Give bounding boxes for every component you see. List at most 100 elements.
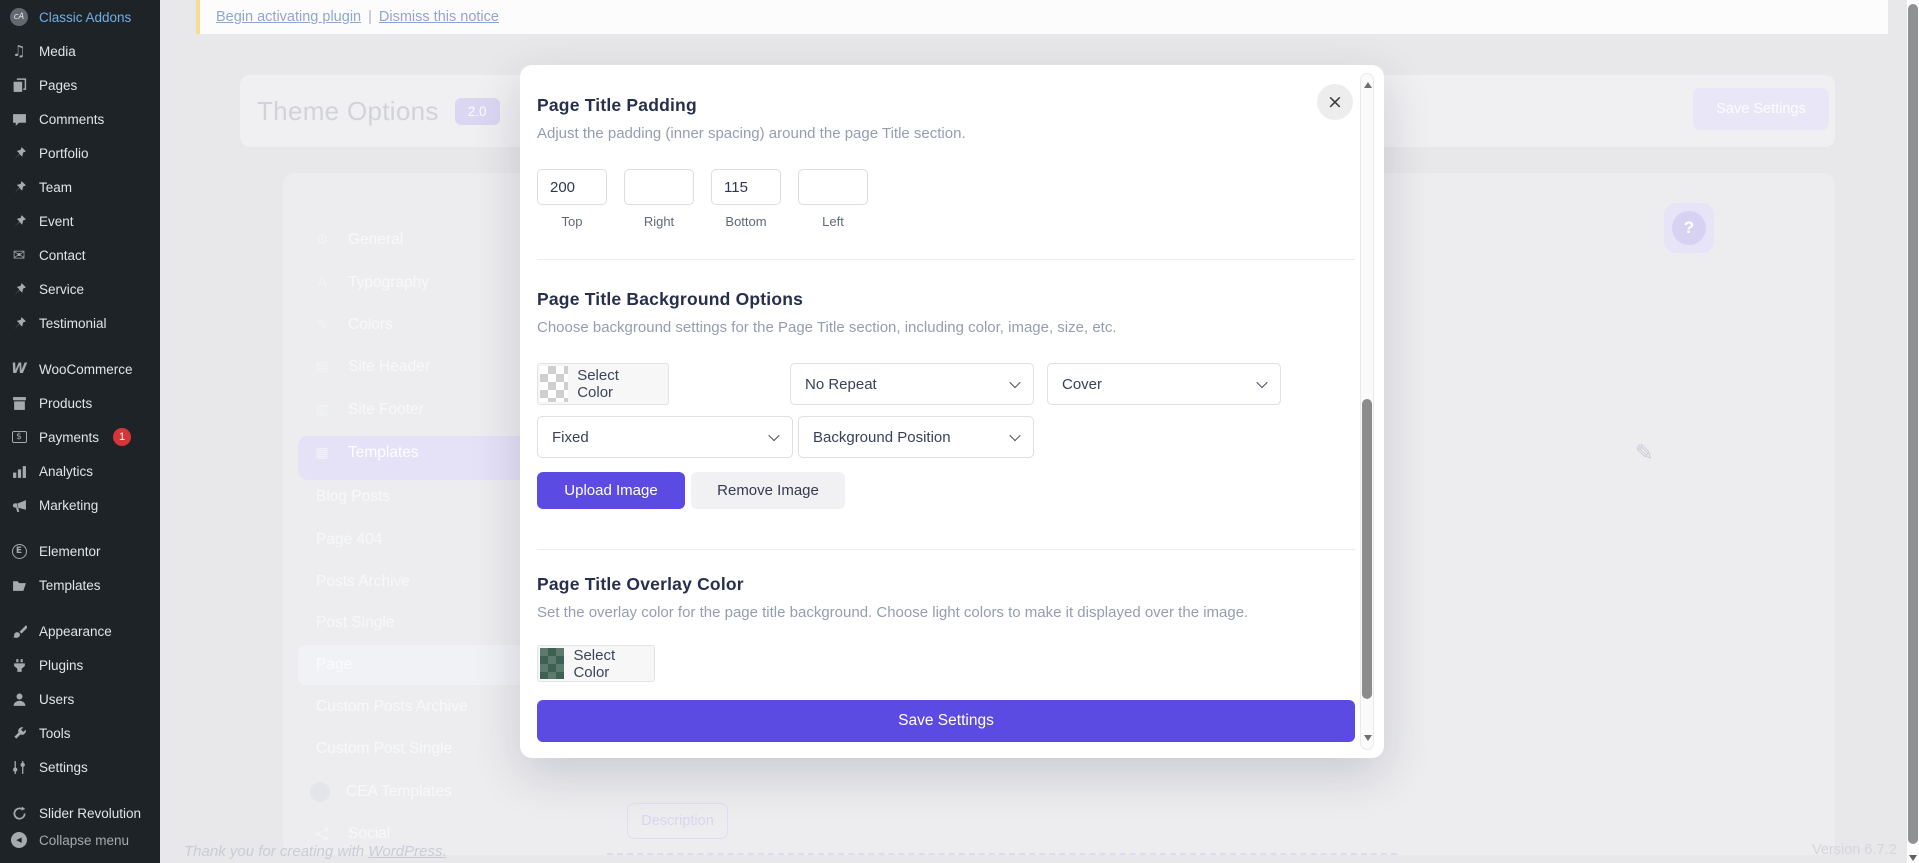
upload-image-button[interactable]: Upload Image [537,472,685,509]
sidebar-item-payments[interactable]: $ Payments 1 [0,420,160,454]
padding-top-input[interactable] [537,169,607,205]
theme-nav-general[interactable]: ⚙ General [312,223,403,257]
save-settings-button[interactable]: Save Settings [537,700,1355,742]
sidebar-item-analytics[interactable]: Analytics [0,454,160,488]
sidebar-item-users[interactable]: Users [0,682,160,716]
theme-nav-cea-templates[interactable]: CEA Templates [310,775,452,809]
padding-left-input[interactable] [798,169,868,205]
sidebar-item-elementor[interactable]: E Elementor [0,534,160,568]
sidebar-item-label: Media [39,44,76,59]
sidebar-item-event[interactable]: Event [0,204,160,238]
theme-nav-post-single[interactable]: Post Single [316,606,394,640]
theme-nav-site-header[interactable]: ▤ Site Header [312,350,430,384]
background-repeat-select[interactable]: No Repeat [790,363,1034,405]
theme-nav-typography[interactable]: A Typography [312,266,429,300]
remove-image-button[interactable]: Remove Image [691,472,845,509]
scroll-up-arrow-icon[interactable] [1364,82,1372,88]
help-button[interactable]: ? [1664,203,1714,253]
scroll-down-arrow-icon[interactable] [1364,735,1372,741]
sidebar-item-label: Marketing [39,498,98,513]
sidebar-item-portfolio[interactable]: Portfolio [0,136,160,170]
save-settings-button-top[interactable]: Save Settings [1693,88,1829,130]
chevron-down-icon [1256,377,1267,388]
theme-nav-label: Social [348,825,390,843]
theme-nav-site-footer[interactable]: ▥ Site Footer [312,393,424,427]
padding-section-description: Adjust the padding (inner spacing) aroun… [537,125,1355,142]
background-attachment-select[interactable]: Fixed [537,416,793,458]
sidebar-item-label: Testimonial [39,316,107,331]
overlay-section-title: Page Title Overlay Color [537,574,1355,595]
theme-nav-page[interactable]: Page [316,648,352,682]
modal-scrollbar[interactable] [1360,73,1374,750]
theme-nav-label: General [348,231,403,249]
sidebar-item-appearance[interactable]: Appearance [0,614,160,648]
theme-nav-custom-post-single[interactable]: Custom Post Single [316,732,452,766]
wordpress-link[interactable]: WordPress. [368,843,446,860]
page-scrollbar[interactable] [1907,0,1919,863]
sidebar-item-media[interactable]: ♫ Media [0,34,160,68]
theme-nav-label: Typography [348,274,429,292]
sidebar-item-contact[interactable]: ✉ Contact [0,238,160,272]
background-position-select[interactable]: Background Position [798,416,1034,458]
page-scrollbar-thumb[interactable] [1908,4,1918,844]
sidebar-item-label: Comments [39,112,104,127]
theme-nav-page-404[interactable]: Page 404 [316,523,382,557]
padding-bottom-input[interactable] [711,169,781,205]
sidebar-item-plugins[interactable]: Plugins [0,648,160,682]
chevron-down-icon [1009,377,1020,388]
sidebar-item-classic-addons[interactable]: cA Classic Addons [0,0,160,34]
folder-icon [9,575,29,595]
sidebar-item-templates[interactable]: Templates [0,568,160,602]
sidebar-item-tools[interactable]: Tools [0,716,160,750]
sidebar-item-settings[interactable]: Settings [0,750,160,784]
theme-nav-templates[interactable]: ▦ Templates [312,436,419,470]
background-size-value: Cover [1062,376,1102,393]
sidebar-item-testimonial[interactable]: Testimonial [0,306,160,340]
begin-activating-plugin-link[interactable]: Begin activating plugin [216,9,361,25]
page-scroll-down-arrow-icon[interactable] [1909,855,1917,861]
wrench-icon [9,723,29,743]
theme-nav-label: Custom Posts Archive [316,698,468,716]
sidebar-item-woocommerce[interactable]: W WooCommerce [0,352,160,386]
collapse-menu-button[interactable]: ◀ Collapse menu [0,823,160,857]
background-color-picker-button[interactable]: Select Color [537,363,669,405]
background-controls-row-2: Fixed Background Position [537,416,1355,458]
version-badge: 2.0 [455,98,500,125]
sidebar-item-label: Classic Addons [39,10,131,25]
padding-right-input[interactable] [624,169,694,205]
select-color-label: Select Color [564,647,652,681]
sidebar-item-team[interactable]: Team [0,170,160,204]
sidebar-item-service[interactable]: Service [0,272,160,306]
media-icon: ♫ [9,41,29,61]
products-icon [9,393,29,413]
sidebar-item-label: Team [39,180,72,195]
sidebar-item-marketing[interactable]: Marketing [0,488,160,522]
theme-nav-blog-posts[interactable]: Blog Posts [316,480,390,514]
refresh-icon [9,803,29,823]
pages-icon [9,75,29,95]
overlay-color-picker-button[interactable]: Select Color [537,645,655,682]
dismiss-notice-link[interactable]: Dismiss this notice [379,9,499,25]
theme-nav-posts-archive[interactable]: Posts Archive [316,565,410,599]
sidebar-item-pages[interactable]: Pages [0,68,160,102]
sidebar-item-label: Products [39,396,92,411]
sidebar-item-comments[interactable]: Comments [0,102,160,136]
modal-scrollbar-thumb[interactable] [1362,399,1372,699]
sidebar-item-label: Users [39,692,74,707]
templates-grid-icon: ▦ [312,445,332,461]
theme-nav-colors[interactable]: ✎ Colors [312,308,393,342]
padding-left-label: Left [798,214,868,229]
background-size-select[interactable]: Cover [1047,363,1281,405]
overlay-color-row: Select Color [537,645,1355,682]
theme-nav-custom-posts-archive[interactable]: Custom Posts Archive [316,690,468,724]
page-title-settings-modal: × Page Title Padding Adjust the padding … [520,65,1384,758]
sidebar-item-label: Portfolio [39,146,89,161]
sidebar-item-label: Tools [39,726,71,741]
comments-icon [9,109,29,129]
brush-icon [9,621,29,641]
sidebar-item-products[interactable]: Products [0,386,160,420]
page-title: Theme Options [257,96,439,127]
spacer [1034,363,1047,405]
description-button[interactable]: Description [627,803,728,839]
screen: cA Classic Addons ♫ Media Pages Comments… [0,0,1919,863]
